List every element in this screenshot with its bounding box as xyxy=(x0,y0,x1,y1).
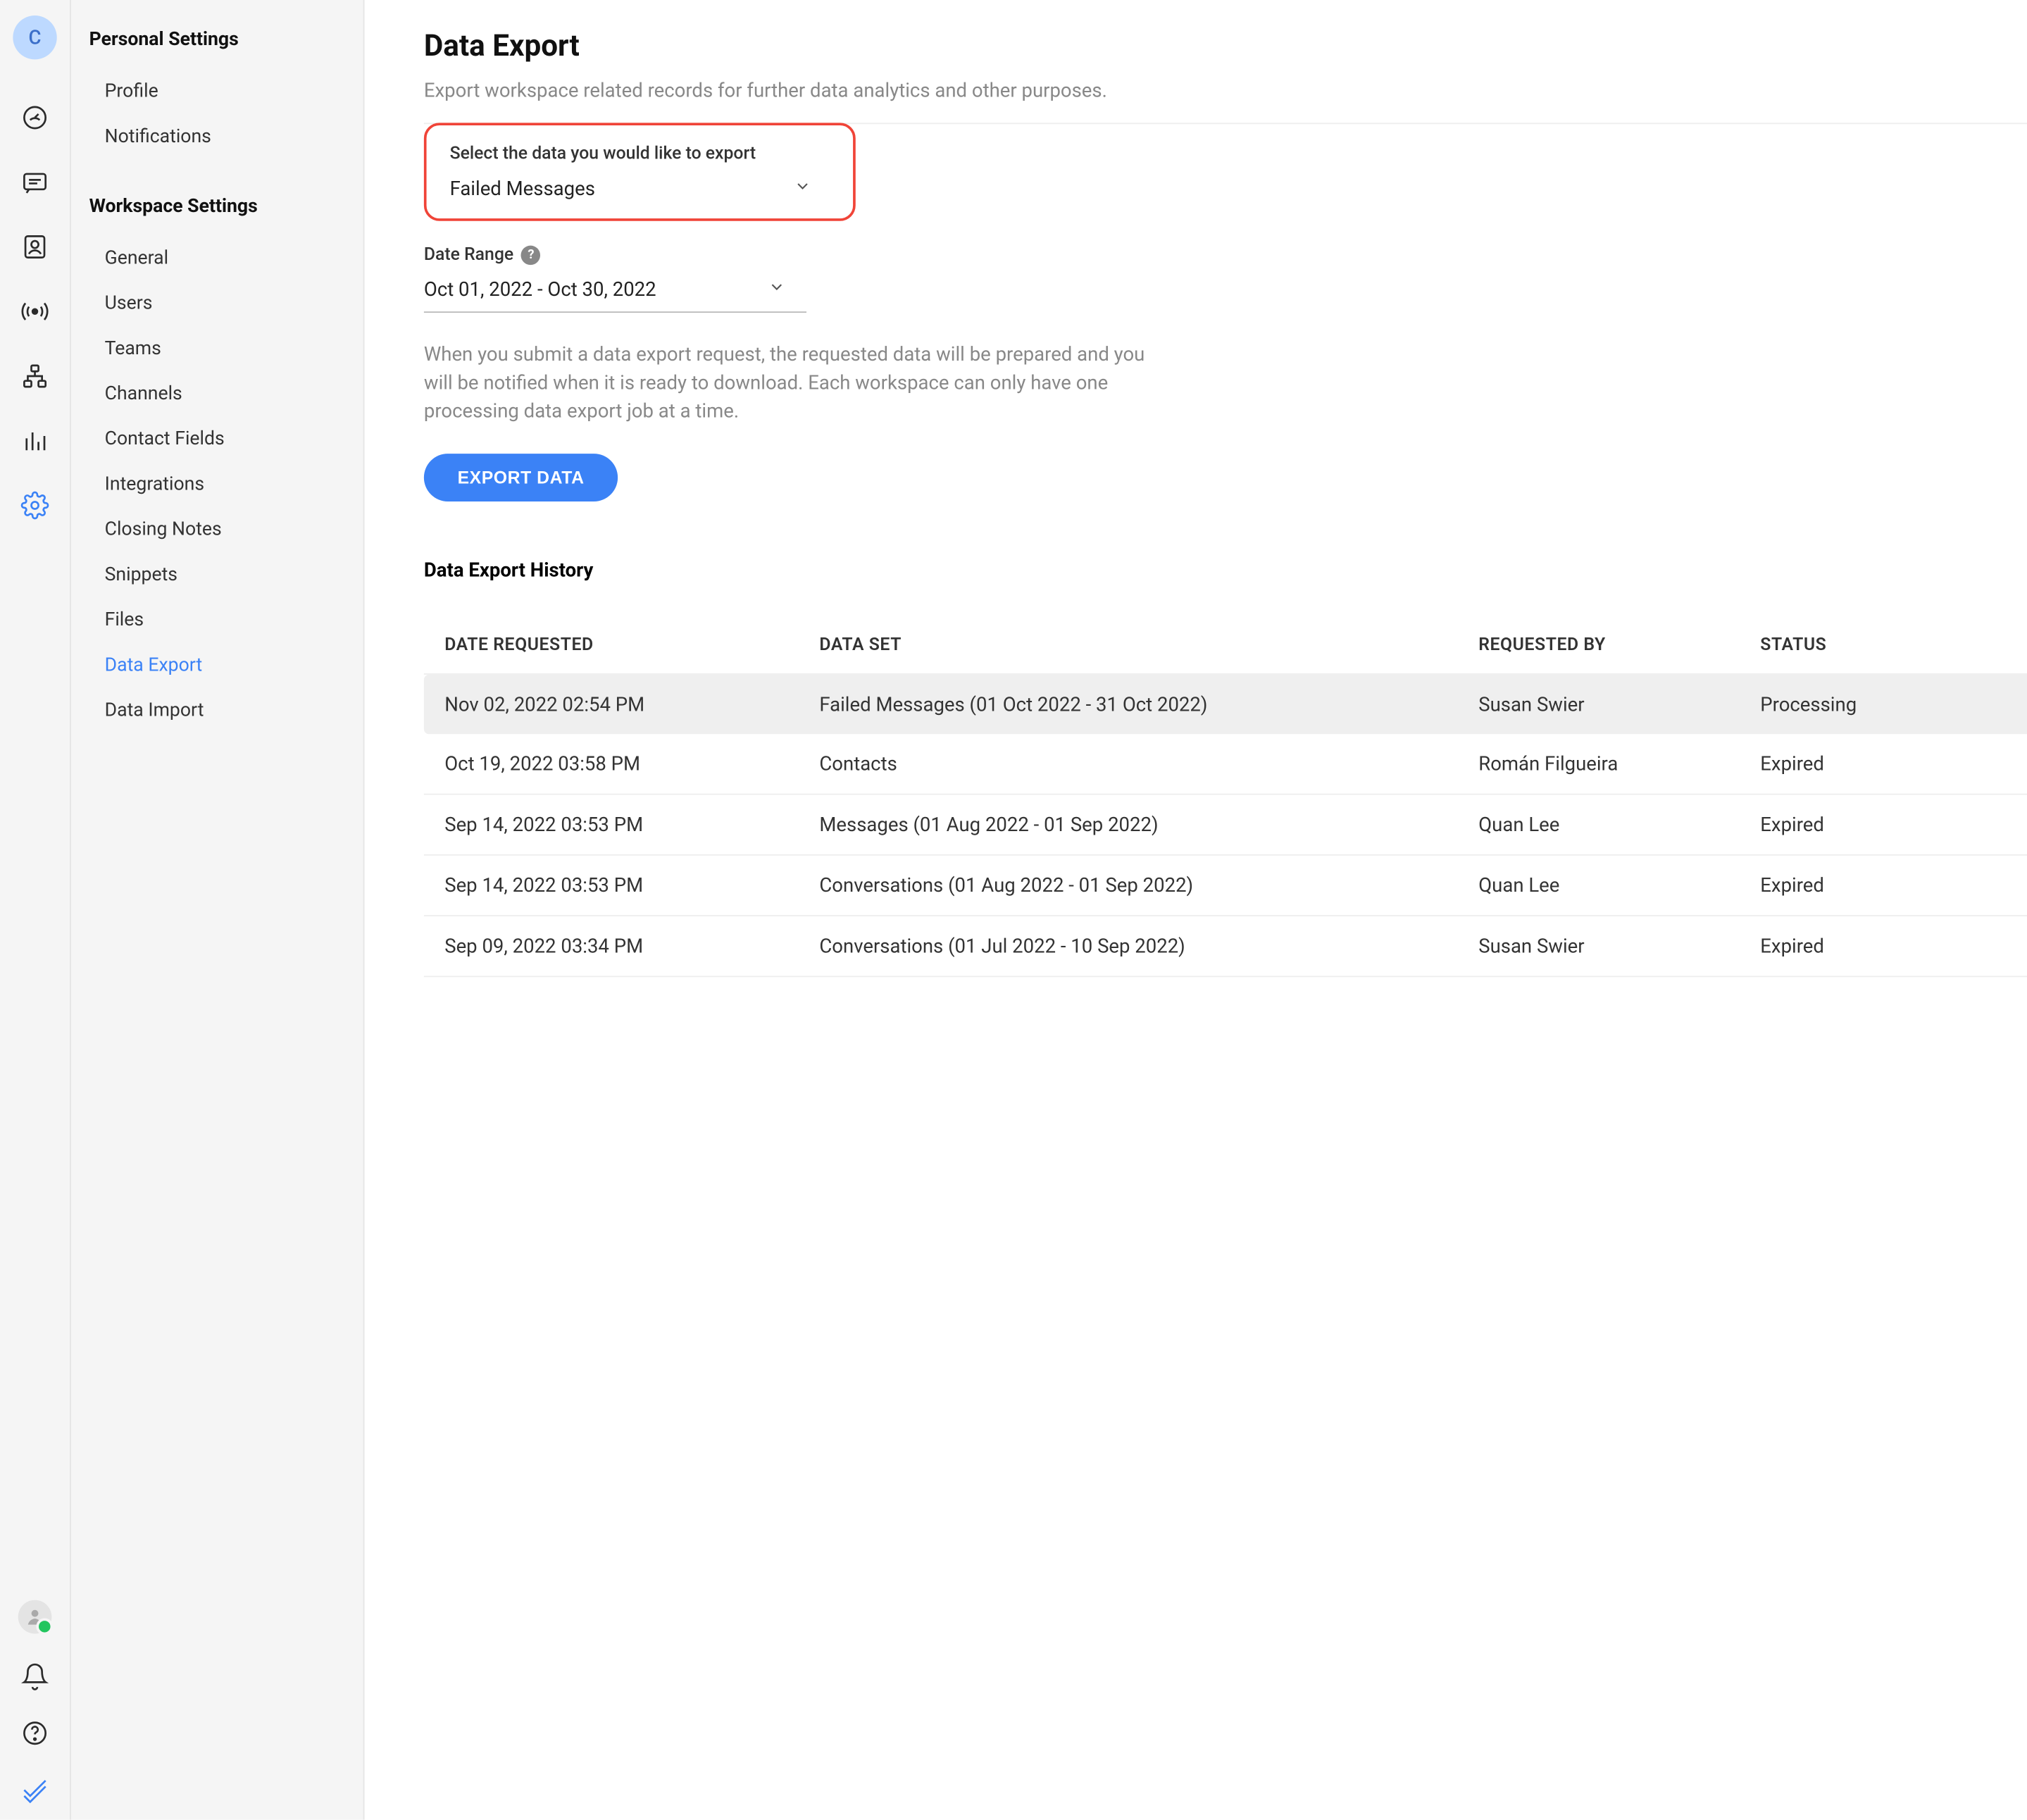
main-content: Data Export Export workspace related rec… xyxy=(364,0,2027,1820)
col-date-requested: DATE REQUESTED xyxy=(444,635,819,655)
cell-status: Expired xyxy=(1760,935,2027,958)
cell-set: Failed Messages (01 Oct 2022 - 31 Oct 20… xyxy=(819,693,1478,716)
icon-rail: C xyxy=(0,0,71,1820)
history-title: Data Export History xyxy=(424,558,593,581)
sidebar-item-data-export[interactable]: Data Export xyxy=(89,642,363,687)
date-range-label: Date Range ? xyxy=(424,244,806,265)
table-row[interactable]: Sep 14, 2022 03:53 PM Conversations (01 … xyxy=(424,856,2027,916)
data-type-selector-highlight: Select the data you would like to export… xyxy=(424,123,856,220)
sidebar-item-files[interactable]: Files xyxy=(89,597,363,642)
personal-settings-title: Personal Settings xyxy=(89,28,363,50)
cell-status: Expired xyxy=(1760,814,2027,837)
table-row[interactable]: Sep 14, 2022 03:53 PM Messages (01 Aug 2… xyxy=(424,795,2027,856)
sidebar-item-teams[interactable]: Teams xyxy=(89,325,363,370)
sidebar-item-snippets[interactable]: Snippets xyxy=(89,552,363,597)
sidebar-item-integrations[interactable]: Integrations xyxy=(89,461,363,506)
cell-by: Román Filgueira xyxy=(1478,752,1760,775)
cell-set: Messages (01 Aug 2022 - 01 Sep 2022) xyxy=(819,814,1478,837)
dashboard-icon[interactable] xyxy=(20,104,49,132)
cell-set: Contacts xyxy=(819,752,1478,775)
broadcast-icon[interactable] xyxy=(20,297,49,325)
data-type-select[interactable]: Failed Messages xyxy=(450,177,812,200)
cell-by: Quan Lee xyxy=(1478,874,1760,897)
cell-set: Conversations (01 Jul 2022 - 10 Sep 2022… xyxy=(819,935,1478,958)
workspace-settings-title: Workspace Settings xyxy=(89,195,363,217)
col-status: STATUS xyxy=(1760,635,2027,655)
cell-date: Oct 19, 2022 03:58 PM xyxy=(444,752,819,775)
workflow-icon[interactable] xyxy=(20,362,49,390)
cell-status: Expired xyxy=(1760,752,2027,775)
sidebar-item-contact-fields[interactable]: Contact Fields xyxy=(89,416,363,461)
cell-date: Sep 09, 2022 03:34 PM xyxy=(444,935,819,958)
messages-icon[interactable] xyxy=(20,168,49,197)
contacts-icon[interactable] xyxy=(20,232,49,261)
cell-by: Susan Swier xyxy=(1478,693,1760,716)
sidebar-item-notifications[interactable]: Notifications xyxy=(89,113,363,158)
col-data-set: DATA SET xyxy=(819,635,1478,655)
table-header: DATE REQUESTED DATA SET REQUESTED BY STA… xyxy=(424,617,2027,675)
cell-by: Quan Lee xyxy=(1478,814,1760,837)
cell-set: Conversations (01 Aug 2022 - 01 Sep 2022… xyxy=(819,874,1478,897)
cell-status: Processing xyxy=(1760,693,2027,716)
table-row[interactable]: Sep 09, 2022 03:34 PM Conversations (01 … xyxy=(424,916,2027,977)
data-type-value: Failed Messages xyxy=(450,177,595,200)
sidebar-item-users[interactable]: Users xyxy=(89,280,363,325)
settings-sidebar: Personal Settings Profile Notifications … xyxy=(71,0,365,1820)
sidebar-item-profile[interactable]: Profile xyxy=(89,68,363,113)
current-user-avatar[interactable] xyxy=(18,1600,52,1634)
sidebar-item-channels[interactable]: Channels xyxy=(89,371,363,416)
notifications-icon[interactable] xyxy=(20,1662,49,1690)
cell-date: Sep 14, 2022 03:53 PM xyxy=(444,814,819,837)
page-title: Data Export xyxy=(424,28,2027,63)
export-note: When you submit a data export request, t… xyxy=(424,341,1173,425)
table-row[interactable]: Oct 19, 2022 03:58 PM Contacts Román Fil… xyxy=(424,735,2027,795)
help-icon[interactable] xyxy=(20,1719,49,1747)
sidebar-item-closing-notes[interactable]: Closing Notes xyxy=(89,506,363,551)
chevron-down-icon xyxy=(768,278,786,301)
page-description: Export workspace related records for fur… xyxy=(424,79,2027,102)
cell-date: Nov 02, 2022 02:54 PM xyxy=(444,693,819,716)
settings-icon[interactable] xyxy=(20,491,49,519)
cell-date: Sep 14, 2022 03:53 PM xyxy=(444,874,819,897)
chevron-down-icon xyxy=(794,177,812,200)
col-requested-by: REQUESTED BY xyxy=(1478,635,1760,655)
pagination: Rows per page: 25 1-5 of 5 xyxy=(424,1003,2027,1023)
date-range-value: Oct 01, 2022 - Oct 30, 2022 xyxy=(424,278,656,301)
date-range-select[interactable]: Oct 01, 2022 - Oct 30, 2022 xyxy=(424,278,786,301)
export-data-button[interactable]: EXPORT DATA xyxy=(424,454,618,502)
sidebar-item-data-import[interactable]: Data Import xyxy=(89,687,363,733)
help-tooltip-icon[interactable]: ? xyxy=(521,245,541,265)
cell-by: Susan Swier xyxy=(1478,935,1760,958)
brand-logo-icon[interactable] xyxy=(20,1776,49,1804)
table-row[interactable]: Nov 02, 2022 02:54 PM Failed Messages (0… xyxy=(424,675,2027,734)
select-data-label: Select the data you would like to export xyxy=(450,144,830,164)
workspace-avatar[interactable]: C xyxy=(13,15,56,59)
reports-icon[interactable] xyxy=(20,427,49,455)
cell-status: Expired xyxy=(1760,874,2027,897)
history-table: DATE REQUESTED DATA SET REQUESTED BY STA… xyxy=(424,617,2027,978)
sidebar-item-general[interactable]: General xyxy=(89,235,363,280)
